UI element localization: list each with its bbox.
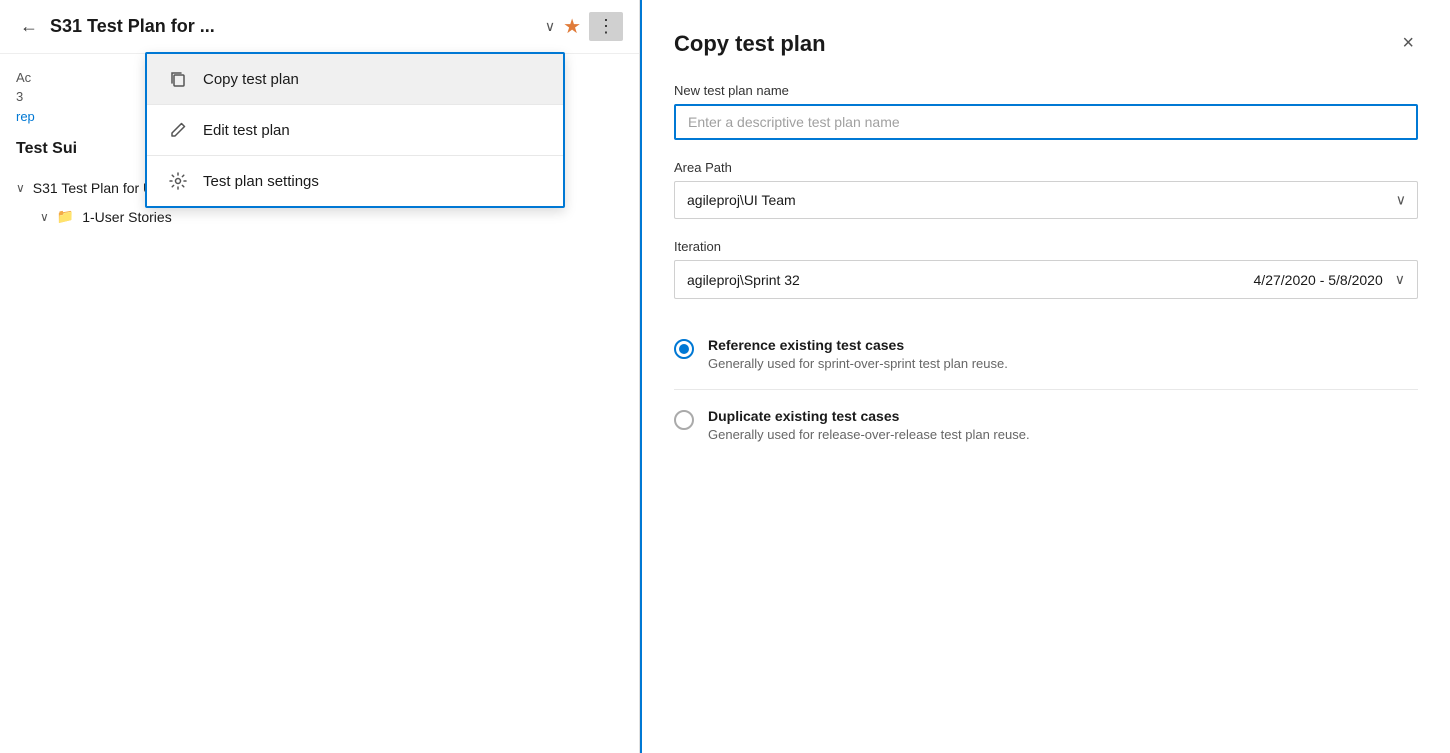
area-path-label: Area Path — [674, 160, 1418, 175]
menu-item-copy-test-plan[interactable]: Copy test plan — [147, 54, 563, 104]
copy-test-plan-label: Copy test plan — [203, 71, 299, 88]
copy-options-group: Reference existing test cases Generally … — [674, 319, 1418, 460]
settings-icon — [167, 170, 189, 192]
radio-reference-desc: Generally used for sprint-over-sprint te… — [708, 356, 1008, 371]
menu-item-edit-test-plan[interactable]: Edit test plan — [147, 105, 563, 155]
edit-icon — [167, 119, 189, 141]
panel-header: Copy test plan × — [674, 28, 1418, 59]
radio-reference-title: Reference existing test cases — [708, 337, 1008, 353]
more-options-button[interactable]: ⋮ — [589, 12, 623, 41]
radio-reference-button[interactable] — [674, 339, 694, 359]
radio-reference-content: Reference existing test cases Generally … — [708, 337, 1008, 371]
area-path-select-wrapper: agileproj\UI Team ∨ — [674, 181, 1418, 219]
new-name-label: New test plan name — [674, 83, 1418, 98]
back-button[interactable]: ← — [16, 12, 42, 41]
folder-icon: 📁 — [57, 208, 74, 225]
chevron-down-icon[interactable]: ∨ — [545, 18, 555, 35]
radio-duplicate[interactable]: Duplicate existing test cases Generally … — [674, 390, 1418, 460]
iteration-label: Iteration — [674, 239, 1418, 254]
left-header: ← S31 Test Plan for ... ∨ ★ ⋮ — [0, 0, 639, 54]
menu-item-test-plan-settings[interactable]: Test plan settings — [147, 156, 563, 206]
radio-reference[interactable]: Reference existing test cases Generally … — [674, 319, 1418, 390]
radio-duplicate-title: Duplicate existing test cases — [708, 408, 1030, 424]
iteration-dates: 4/27/2020 - 5/8/2020 — [1254, 272, 1383, 288]
iteration-chevron-icon: ∨ — [1395, 271, 1405, 288]
right-panel: Copy test plan × New test plan name Area… — [640, 0, 1450, 753]
new-name-group: New test plan name — [674, 83, 1418, 140]
radio-reference-dot — [679, 344, 689, 354]
radio-duplicate-desc: Generally used for release-over-release … — [708, 427, 1030, 442]
copy-icon — [167, 68, 189, 90]
area-path-select[interactable]: agileproj\UI Team — [674, 181, 1418, 219]
edit-test-plan-label: Edit test plan — [203, 122, 290, 139]
radio-duplicate-button[interactable] — [674, 410, 694, 430]
tree-chevron-sub[interactable]: ∨ — [40, 210, 49, 224]
close-button[interactable]: × — [1398, 28, 1418, 59]
iteration-name: agileproj\Sprint 32 — [687, 272, 1254, 288]
left-panel: ← S31 Test Plan for ... ∨ ★ ⋮ Copy test … — [0, 0, 640, 753]
plan-title: S31 Test Plan for ... — [50, 16, 537, 37]
left-link[interactable]: rep — [16, 109, 35, 124]
test-plan-settings-label: Test plan settings — [203, 173, 319, 190]
iteration-select-wrapper[interactable]: agileproj\Sprint 32 4/27/2020 - 5/8/2020… — [674, 260, 1418, 299]
radio-duplicate-content: Duplicate existing test cases Generally … — [708, 408, 1030, 442]
area-path-group: Area Path agileproj\UI Team ∨ — [674, 160, 1418, 219]
context-menu: Copy test plan Edit test plan Test plan … — [145, 52, 565, 208]
panel-title: Copy test plan — [674, 31, 826, 57]
tree-chevron-plan[interactable]: ∨ — [16, 181, 25, 195]
tree-sub-item-label: 1-User Stories — [82, 209, 171, 225]
new-name-input[interactable] — [674, 104, 1418, 140]
iteration-group: Iteration agileproj\Sprint 32 4/27/2020 … — [674, 239, 1418, 299]
star-icon[interactable]: ★ — [563, 14, 581, 39]
